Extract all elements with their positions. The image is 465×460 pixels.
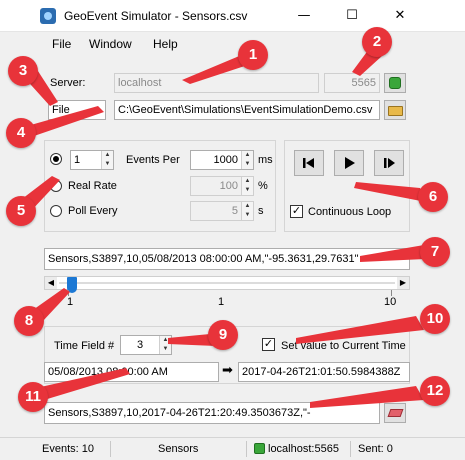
set-current-time-label: Set value to Current Time (281, 340, 406, 352)
callout-badge-2: 2 (362, 27, 392, 57)
slider-min-label: 1 (67, 296, 74, 308)
time-field-input[interactable]: 3 ▲ ▼ (120, 335, 172, 355)
callout-badge-6: 6 (418, 182, 448, 212)
server-label: Server: (50, 77, 86, 89)
status-separator (246, 441, 247, 457)
status-separator (110, 441, 111, 457)
title-bar: GeoEvent Simulator - Sensors.csv — ☐ ✕ (0, 0, 465, 32)
callout-badge-4: 4 (6, 118, 36, 148)
status-connection: localhost:5565 (268, 443, 339, 455)
folder-icon (388, 106, 403, 116)
callout-badge-5: 5 (6, 196, 36, 226)
skip-to-start-icon (303, 158, 314, 168)
continuous-loop-checkbox[interactable]: ✓ (290, 205, 303, 218)
step-forward-button[interactable] (374, 150, 404, 176)
geoevent-app-icon (40, 8, 56, 24)
play-icon (345, 157, 355, 169)
status-sent: Sent: 0 (358, 443, 393, 455)
real-rate-spinner[interactable]: ▲ ▼ (241, 177, 253, 195)
events-per-ms-value: 1000 (213, 154, 238, 166)
callout-badge-9: 9 (208, 320, 238, 350)
play-button[interactable] (334, 150, 364, 176)
connect-icon (389, 77, 401, 89)
time-field-label: Time Field # (54, 340, 115, 352)
poll-every-radio[interactable] (50, 205, 62, 217)
server-host-input[interactable]: localhost (114, 73, 319, 93)
source-type-value: File (52, 104, 70, 116)
real-rate-label: Real Rate (68, 180, 117, 192)
callout-badge-8: 8 (14, 306, 44, 336)
seconds-unit-label: s (258, 205, 264, 217)
set-current-time-checkbox[interactable]: ✓ (262, 338, 275, 351)
rewind-button[interactable] (294, 150, 324, 176)
events-per-radio[interactable] (50, 153, 62, 165)
event-slider[interactable]: ◀ ▶ (44, 276, 410, 293)
ms-unit-label: ms (258, 154, 273, 166)
menu-help[interactable]: Help (153, 37, 178, 51)
server-port-input[interactable]: 5565 (324, 73, 380, 93)
events-per-ms-input[interactable]: 1000 ▲ ▼ (190, 150, 254, 170)
slider-current-label: 1 (218, 296, 225, 308)
original-time-input: 05/08/2013 08:00:00 AM (44, 362, 219, 382)
menu-bar: File Window Help (0, 33, 465, 55)
callout-badge-12: 12 (420, 376, 450, 406)
callout-badge-10: 10 (420, 304, 450, 334)
eraser-icon (387, 409, 404, 417)
poll-every-input[interactable]: 5 ▲ ▼ (190, 201, 254, 221)
events-per-count-spinner[interactable]: ▲ ▼ (101, 151, 113, 169)
callout-badge-7: 7 (420, 237, 450, 267)
close-button[interactable]: ✕ (386, 5, 414, 27)
output-event-display: Sensors,S3897,10,2017-04-26T21:20:49.350… (44, 402, 380, 424)
events-per-count-input[interactable]: 1 ▲ ▼ (70, 150, 114, 170)
new-time-input: 2017-04-26T21:01:50.5984388Z (238, 362, 410, 382)
slider-ticks (68, 290, 392, 296)
poll-every-spinner[interactable]: ▲ ▼ (241, 202, 253, 220)
app-window: GeoEvent Simulator - Sensors.csv — ☐ ✕ F… (0, 0, 465, 460)
window-title: GeoEvent Simulator - Sensors.csv (64, 9, 248, 23)
current-event-display: Sensors,S3897,10,05/08/2013 08:00:00 AM,… (44, 248, 410, 270)
file-path-input[interactable]: C:\GeoEvent\Simulations\EventSimulationD… (114, 100, 380, 120)
callout-badge-1: 1 (238, 40, 268, 70)
source-type-select[interactable]: File ⌄ (48, 100, 106, 120)
events-per-label: Events Per (126, 154, 180, 166)
slider-max-label: 10 (384, 296, 397, 308)
status-events: Events: 10 (42, 443, 94, 455)
real-rate-input[interactable]: 100 ▲ ▼ (190, 176, 254, 196)
minimize-button[interactable]: — (290, 5, 318, 27)
status-separator (350, 441, 351, 457)
maximize-button[interactable]: ☐ (338, 5, 366, 27)
browse-button[interactable] (384, 100, 406, 120)
percent-unit-label: % (258, 180, 268, 192)
slider-right-arrow[interactable]: ▶ (397, 277, 409, 289)
clear-button[interactable] (384, 403, 406, 423)
status-layer: Sensors (158, 443, 199, 455)
slider-track (59, 282, 395, 284)
arrow-right-icon: ➡ (222, 363, 233, 378)
real-rate-radio[interactable] (50, 180, 62, 192)
events-per-ms-spinner[interactable]: ▲ ▼ (241, 151, 253, 169)
step-forward-icon (384, 158, 395, 168)
events-per-count-value: 1 (74, 154, 81, 166)
menu-file[interactable]: File (52, 37, 71, 51)
callout-badge-3: 3 (8, 56, 38, 86)
chevron-down-icon: ⌄ (93, 104, 101, 114)
slider-left-arrow[interactable]: ◀ (45, 277, 57, 289)
connection-status-icon (254, 443, 265, 454)
time-field-value: 3 (136, 339, 144, 351)
time-field-spinner[interactable]: ▲ ▼ (159, 336, 171, 354)
connect-button[interactable] (384, 73, 406, 93)
menu-window[interactable]: Window (89, 37, 132, 51)
real-rate-value: 100 (219, 180, 238, 192)
poll-every-label: Poll Every (68, 205, 118, 217)
status-bar: Events: 10 Sensors localhost:5565 Sent: … (0, 437, 465, 460)
poll-every-value: 5 (231, 205, 238, 217)
callout-badge-11: 11 (18, 382, 48, 412)
continuous-loop-label: Continuous Loop (308, 206, 392, 218)
